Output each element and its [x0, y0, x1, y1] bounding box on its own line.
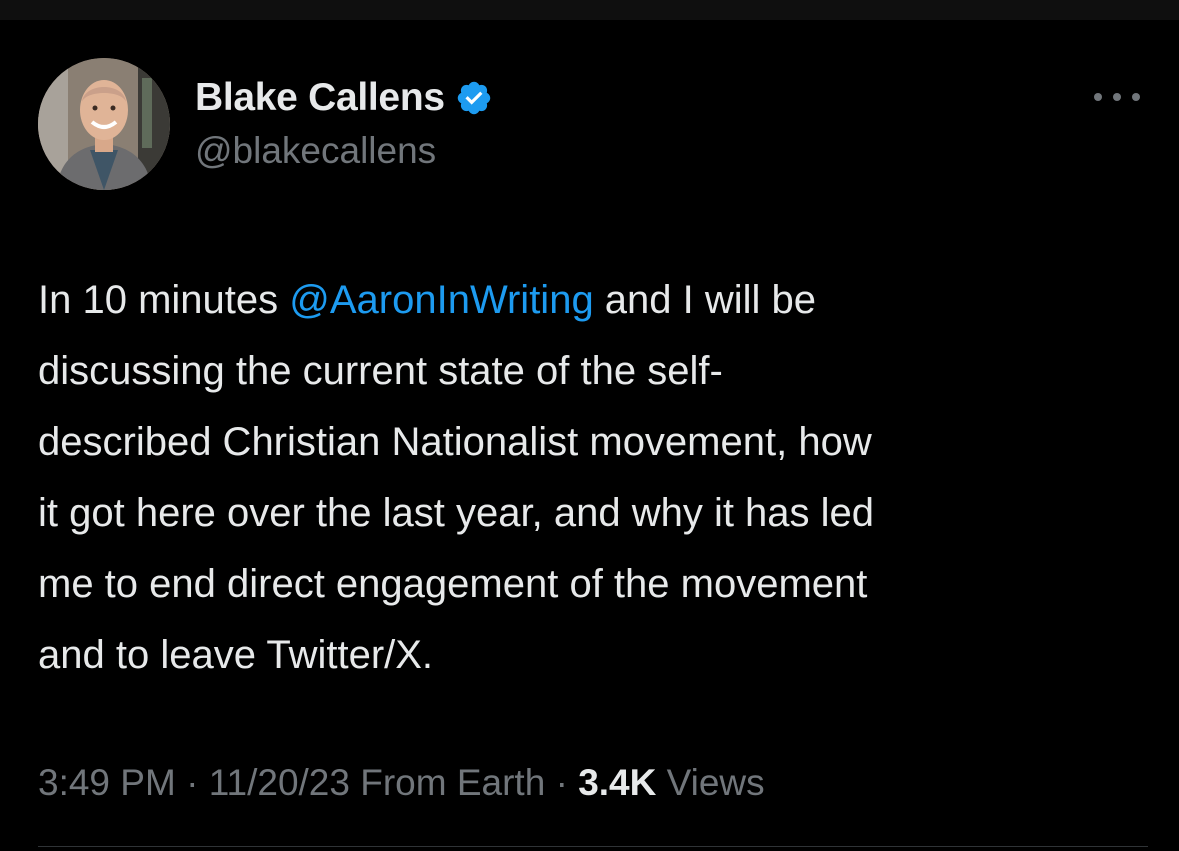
divider [38, 846, 1148, 847]
author-display-name[interactable]: Blake Callens [195, 76, 445, 120]
tweet-line: me to end direct engagement of the movem… [38, 562, 868, 606]
meta-separator: · [175, 762, 209, 803]
tweet-card: Blake Callens @blakecallens In 10 minute… [0, 20, 1179, 851]
tweet-line: In 10 minutes @AaronInWriting and I will… [38, 265, 1148, 336]
tweet-text: In 10 minutes @AaronInWriting and I will… [38, 265, 1148, 691]
tweet-line: discussing the current state of the self… [38, 349, 723, 393]
views-count[interactable]: 3.4K [578, 762, 656, 803]
tweet-line: and to leave Twitter/X. [38, 633, 434, 677]
tweet-text-segment: In 10 minutes [38, 278, 290, 322]
more-dot [1094, 93, 1102, 101]
verified-badge-icon[interactable] [455, 79, 493, 117]
tweet-text-segment: and I will be [593, 278, 817, 322]
mention-link[interactable]: @AaronInWriting [289, 278, 593, 322]
author-name-row: Blake Callens [195, 76, 493, 120]
tweet-time[interactable]: 3:49 PM [38, 762, 176, 803]
more-dot [1132, 93, 1140, 101]
meta-separator: · [545, 762, 579, 803]
avatar[interactable] [38, 58, 170, 190]
tweet-line: described Christian Nationalist movement… [38, 420, 872, 464]
avatar-photo [38, 58, 170, 190]
tweet-date[interactable]: 11/20/23 [209, 762, 350, 803]
tweet-source: From Earth [349, 762, 546, 803]
more-dot [1113, 93, 1121, 101]
tweet-line: it got here over the last year, and why … [38, 491, 875, 535]
more-options-icon[interactable] [1094, 90, 1140, 104]
top-edge-strip [0, 0, 1179, 20]
views-label: Views [656, 762, 765, 803]
author-handle[interactable]: @blakecallens [195, 130, 436, 172]
tweet-metadata: 3:49 PM · 11/20/23 From Earth · 3.4K Vie… [38, 762, 765, 804]
